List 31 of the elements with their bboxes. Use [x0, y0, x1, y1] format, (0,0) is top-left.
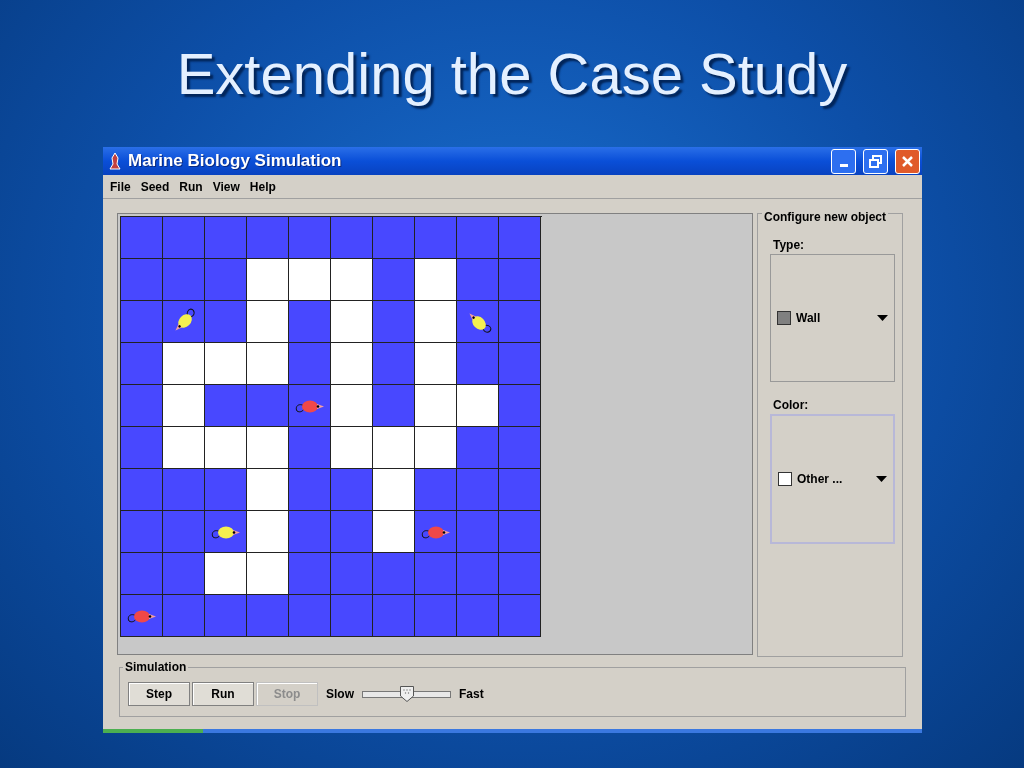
menu-item[interactable]: Seed	[135, 179, 175, 194]
fish-icon	[210, 524, 241, 539]
close-button[interactable]	[895, 148, 920, 174]
field-label: Color:	[773, 398, 810, 412]
dropdown[interactable]: Other ...	[770, 414, 895, 544]
menu-item[interactable]: Help	[244, 179, 281, 194]
group-title: Configure new object	[762, 210, 888, 224]
fish-icon	[294, 398, 325, 413]
app-icon	[107, 152, 123, 170]
fish-icon	[420, 524, 451, 539]
caret-icon	[876, 476, 887, 482]
field-label: Type:	[773, 238, 806, 252]
menu-item[interactable]: View	[207, 179, 245, 194]
window-title: Marine Biology Simulation	[128, 151, 343, 171]
menu-item[interactable]: Run	[174, 179, 208, 194]
group-title: Simulation	[123, 660, 189, 674]
fast-label: Fast	[459, 687, 484, 701]
fish-icon	[126, 608, 157, 623]
minimize-icon	[839, 163, 848, 167]
restore-button[interactable]	[863, 148, 888, 174]
slider-thumb[interactable]	[399, 685, 414, 702]
minimize-button[interactable]	[831, 148, 856, 174]
caret-icon	[877, 315, 888, 321]
slow-label: Slow	[326, 687, 354, 701]
close-icon	[901, 154, 914, 168]
dropdown[interactable]: Wall	[770, 254, 895, 382]
slide-title: Extending the Case Study	[176, 40, 848, 107]
menu-item[interactable]: File	[105, 179, 136, 194]
sim-button[interactable]: Run	[192, 682, 254, 706]
restore-icon	[869, 154, 882, 168]
sim-button[interactable]: Step	[128, 682, 190, 706]
